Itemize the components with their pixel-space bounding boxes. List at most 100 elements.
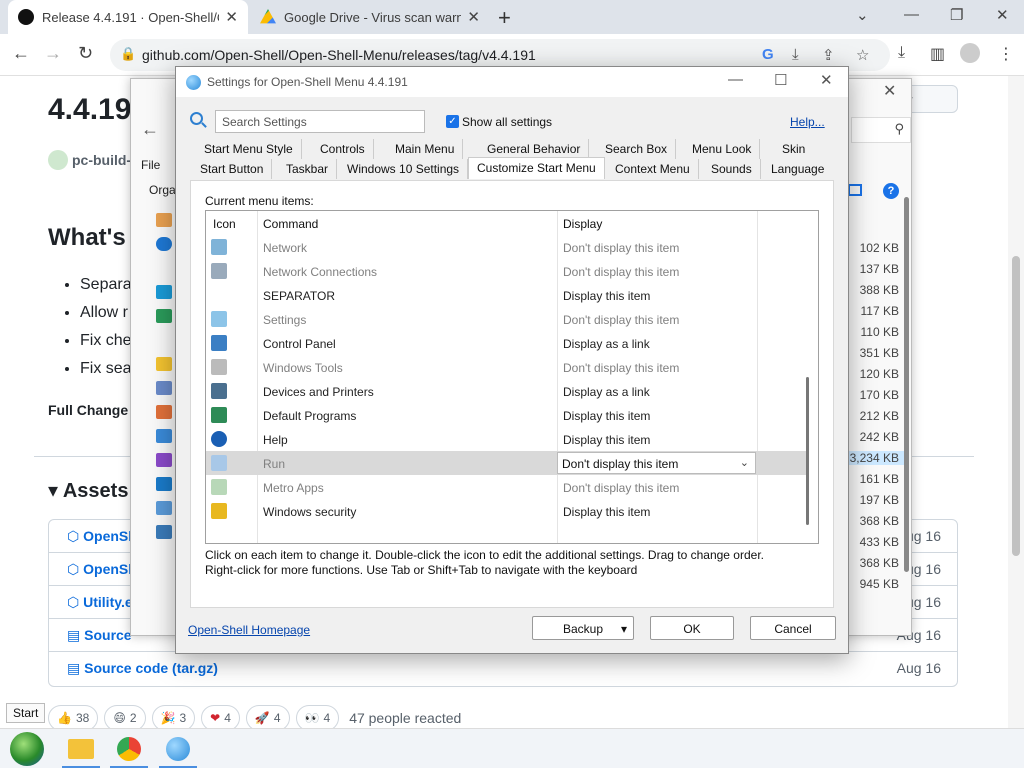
table-row[interactable]: Settings Don't display this item xyxy=(206,307,808,331)
column-header-command[interactable]: Command xyxy=(263,217,318,231)
reload-icon[interactable]: ↻ xyxy=(78,43,93,64)
close-tab-icon[interactable]: ✕ xyxy=(467,8,480,26)
forward-icon[interactable]: → xyxy=(44,43,62,64)
share-icon[interactable]: ⇪ xyxy=(822,46,835,64)
music-icon[interactable] xyxy=(156,405,172,419)
tab-main-menu[interactable]: Main Menu xyxy=(387,139,464,159)
menu-kebab-icon[interactable]: ⋮ xyxy=(998,44,1014,64)
help-icon[interactable]: ? xyxy=(883,183,899,199)
minimize-icon[interactable]: — xyxy=(904,6,919,23)
column-header-display[interactable]: Display xyxy=(563,217,602,231)
tab-windows-10-settings[interactable]: Windows 10 Settings xyxy=(339,159,469,179)
table-row[interactable]: Run Don't display this item ⌄ xyxy=(206,451,808,475)
explorer-search-box[interactable]: ⚲ xyxy=(851,117,911,143)
organize-button[interactable]: Orga xyxy=(149,183,176,197)
help-icon[interactable] xyxy=(211,431,227,447)
backup-button[interactable]: Backup ▾ xyxy=(532,616,634,640)
run-icon[interactable] xyxy=(211,455,227,471)
file-explorer-icon[interactable] xyxy=(68,739,94,759)
downloads-icon[interactable] xyxy=(156,309,172,323)
release-author[interactable]: pc-build- xyxy=(48,150,131,170)
restore-icon[interactable]: ❐ xyxy=(950,6,963,24)
search-settings-input[interactable] xyxy=(215,110,425,133)
table-row[interactable]: Help Display this item xyxy=(206,427,808,451)
table-row[interactable]: Default Programs Display this item xyxy=(206,403,808,427)
table-row[interactable]: Network Don't display this item xyxy=(206,235,808,259)
asset-row[interactable]: ▤ Source code (tar.gz) Aug 16 xyxy=(49,652,957,685)
browser-tab-release[interactable]: Release 4.4.191 · Open-Shell/Open-Shell-… xyxy=(8,0,248,34)
default-programs-icon[interactable] xyxy=(211,407,227,423)
tab-start-button[interactable]: Start Button xyxy=(192,159,273,179)
table-row[interactable]: Windows Tools Don't display this item xyxy=(206,355,808,379)
file-menu[interactable]: File xyxy=(141,158,160,172)
column-header-icon[interactable]: Icon xyxy=(213,217,236,231)
drive-icon[interactable] xyxy=(156,501,172,515)
new-tab-button[interactable]: + xyxy=(498,5,511,31)
close-icon[interactable]: ✕ xyxy=(883,81,896,101)
documents-icon[interactable] xyxy=(156,381,172,395)
tab-language[interactable]: Language xyxy=(763,159,832,179)
table-row[interactable]: Network Connections Don't display this it… xyxy=(206,259,808,283)
table-row[interactable]: SEPARATOR Display this item xyxy=(206,283,808,307)
close-tab-icon[interactable]: ✕ xyxy=(225,8,238,26)
explorer-scrollbar[interactable] xyxy=(903,197,911,577)
asset-name[interactable]: ▤ Source xyxy=(67,627,132,644)
open-shell-settings-icon[interactable] xyxy=(166,737,190,761)
close-window-icon[interactable]: ✕ xyxy=(996,6,1009,24)
minimize-icon[interactable]: — xyxy=(728,71,743,88)
start-button-orb-icon[interactable] xyxy=(10,732,44,766)
tab-customize-start-menu[interactable]: Customize Start Menu xyxy=(468,157,605,179)
network-icon[interactable] xyxy=(156,525,172,539)
show-all-settings-checkbox[interactable]: ✓ xyxy=(446,115,459,128)
tab-taskbar[interactable]: Taskbar xyxy=(278,159,338,179)
tab-start-menu-style[interactable]: Start Menu Style xyxy=(196,139,302,159)
tab-search-box[interactable]: Search Box xyxy=(597,139,677,159)
assets-heading[interactable]: ▾ Assets xyxy=(48,478,128,503)
profile-avatar-icon[interactable] xyxy=(960,43,980,63)
windows-tools-icon[interactable] xyxy=(211,359,227,375)
show-all-settings-label[interactable]: Show all settings xyxy=(462,115,552,129)
ok-button[interactable]: OK xyxy=(650,616,734,640)
asset-name[interactable]: ⬡ Utility.e xyxy=(67,594,133,611)
tab-sounds[interactable]: Sounds xyxy=(703,159,761,179)
page-scrollbar[interactable] xyxy=(1008,76,1024,728)
full-changelog-link[interactable]: Full Change xyxy=(48,402,128,418)
table-row[interactable]: Devices and Printers Display as a link xyxy=(206,379,808,403)
tab-menu-look[interactable]: Menu Look xyxy=(684,139,761,159)
help-link[interactable]: Help... xyxy=(790,115,825,129)
view-toggle-icon[interactable] xyxy=(848,184,862,196)
this-pc-icon[interactable] xyxy=(156,477,172,491)
table-row[interactable]: Windows security Display this item xyxy=(206,499,808,523)
google-lens-icon[interactable]: G xyxy=(762,46,774,63)
menu-items-table[interactable]: Icon Command Display Network Don't displa… xyxy=(205,210,819,544)
download-icon[interactable]: ⤓ xyxy=(898,44,905,62)
pictures-icon[interactable] xyxy=(156,429,172,443)
settings-icon[interactable] xyxy=(211,311,227,327)
cancel-button[interactable]: Cancel xyxy=(750,616,836,640)
table-row[interactable]: Metro Apps Don't display this item xyxy=(206,475,808,499)
scrollbar-thumb[interactable] xyxy=(1012,256,1020,556)
home-icon[interactable] xyxy=(156,213,172,227)
asset-name[interactable]: ⬡ OpenSh xyxy=(67,561,137,578)
asset-name[interactable]: ⬡ OpenSh xyxy=(67,528,137,545)
table-scrollbar-thumb[interactable] xyxy=(806,377,809,525)
maximize-icon[interactable]: ☐ xyxy=(774,71,787,89)
install-icon[interactable]: ⤓ xyxy=(792,46,799,63)
scrollbar-thumb[interactable] xyxy=(904,197,909,572)
tab-general-behavior[interactable]: General Behavior xyxy=(479,139,590,159)
lock-icon[interactable] xyxy=(211,503,227,519)
chrome-icon[interactable] xyxy=(117,737,141,761)
tab-controls[interactable]: Controls xyxy=(312,139,374,159)
desktop-icon[interactable] xyxy=(156,285,172,299)
videos-icon[interactable] xyxy=(156,453,172,467)
table-row[interactable]: Control Panel Display as a link xyxy=(206,331,808,355)
metro-apps-icon[interactable] xyxy=(211,479,227,495)
printer-icon[interactable] xyxy=(211,383,227,399)
tab-context-menu[interactable]: Context Menu xyxy=(607,159,699,179)
browser-tab-drive[interactable]: Google Drive - Virus scan warning ✕ xyxy=(250,0,490,34)
back-icon[interactable]: ← xyxy=(12,43,30,64)
close-icon[interactable]: ✕ xyxy=(820,71,833,89)
control-panel-icon[interactable] xyxy=(211,335,227,351)
side-panel-icon[interactable]: ▥ xyxy=(930,44,945,64)
open-shell-homepage-link[interactable]: Open-Shell Homepage xyxy=(188,623,310,637)
